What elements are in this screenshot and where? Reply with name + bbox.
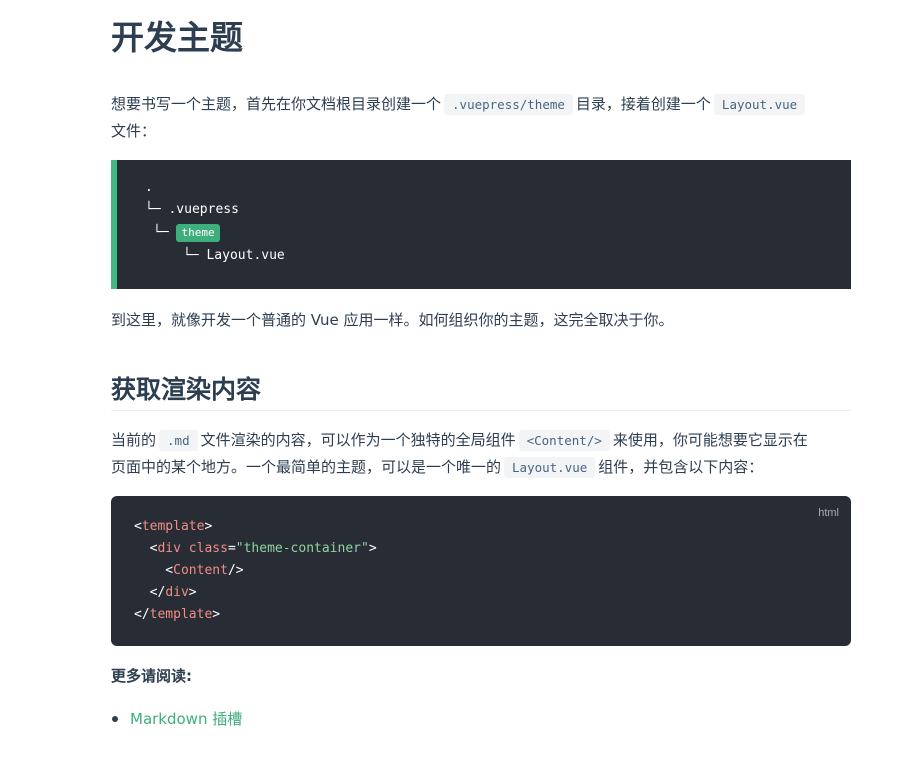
- html-code-block: html <template> <div class="theme-contai…: [111, 496, 851, 646]
- section-text-3: 来使用，你可能想要它显示在: [612, 431, 808, 449]
- after-tree-paragraph: 到这里，就像开发一个普通的 Vue 应用一样。如何组织你的主题，这完全取决于你。: [111, 311, 674, 329]
- tree-theme-row: └─ theme: [153, 223, 220, 243]
- code-punct: <: [134, 541, 158, 556]
- section-text-5: 组件，并包含以下内容：: [598, 458, 764, 476]
- code-punct: >: [368, 541, 377, 556]
- code-punct: <: [134, 563, 174, 578]
- markdown-slot-link[interactable]: Markdown 插槽: [130, 710, 242, 728]
- code-punct: =: [227, 541, 236, 556]
- code-tag: div: [157, 541, 181, 556]
- code-line-3: <Content/>: [134, 560, 244, 582]
- code-punct: </: [134, 607, 150, 622]
- intro-text-2: 目录，接着创建一个: [575, 95, 711, 113]
- code-punct: <: [134, 519, 142, 534]
- intro-text-1: 想要书写一个主题，首先在你文档根目录创建一个: [111, 95, 442, 113]
- inline-code-theme-path: .vuepress/theme: [444, 94, 573, 115]
- code-line-5: </template>: [134, 604, 220, 626]
- code-punct: </: [134, 585, 166, 600]
- code-language-label: html: [818, 507, 839, 519]
- intro-paragraph: 想要书写一个主题，首先在你文档根目录创建一个 .vuepress/theme 目录，…: [111, 91, 851, 145]
- code-punct: >: [204, 519, 213, 534]
- tree-vuepress: └─ .vuepress: [145, 202, 239, 217]
- code-tag: div: [165, 585, 189, 600]
- intro-text-3: 文件：: [111, 122, 157, 140]
- inline-code-layout: Layout.vue: [713, 94, 806, 115]
- more-reading-label: 更多请阅读:: [111, 667, 192, 685]
- code-punct: >: [188, 585, 197, 600]
- inline-code-layout-2: Layout.vue: [504, 457, 596, 478]
- section-text-4: 页面中的某个地方。一个最简单的主题，可以是一个唯一的: [111, 458, 502, 476]
- code-tag: template: [141, 519, 205, 534]
- tree-root: .: [145, 180, 153, 195]
- code-line-4: </div>: [134, 582, 197, 604]
- code-attr: class: [180, 541, 228, 556]
- list-item: Markdown 插槽: [111, 706, 242, 732]
- code-line-1: <template>: [134, 516, 212, 538]
- section-text-1: 当前的: [111, 431, 157, 449]
- code-punct: >: [212, 607, 221, 622]
- section-heading: 获取渲染内容: [111, 370, 851, 411]
- page-title: 开发主题: [111, 18, 243, 57]
- theme-highlight-tag: theme: [176, 223, 220, 242]
- code-tag: Content: [173, 563, 228, 578]
- reading-list: Markdown 插槽: [111, 706, 242, 732]
- section-text-2: 文件渲染的内容，可以作为一个独特的全局组件: [200, 431, 516, 449]
- bullet-icon: [112, 716, 118, 722]
- code-line-2: <div class="theme-container">: [134, 538, 377, 560]
- tree-layout: └─ Layout.vue: [183, 248, 285, 263]
- code-tag: template: [149, 607, 213, 622]
- code-string: "theme-container": [235, 541, 369, 556]
- section-paragraph: 当前的 .md 文件渲染的内容，可以作为一个独特的全局组件 <Content/> 来使用…: [111, 427, 851, 481]
- directory-tree-block: . └─ .vuepress └─ theme └─ Layout.vue: [111, 160, 851, 289]
- inline-code-md: .md: [159, 430, 198, 451]
- code-punct: />: [227, 563, 244, 578]
- tree-theme-prefix: └─: [153, 225, 169, 240]
- inline-code-content: <Content/>: [518, 430, 610, 451]
